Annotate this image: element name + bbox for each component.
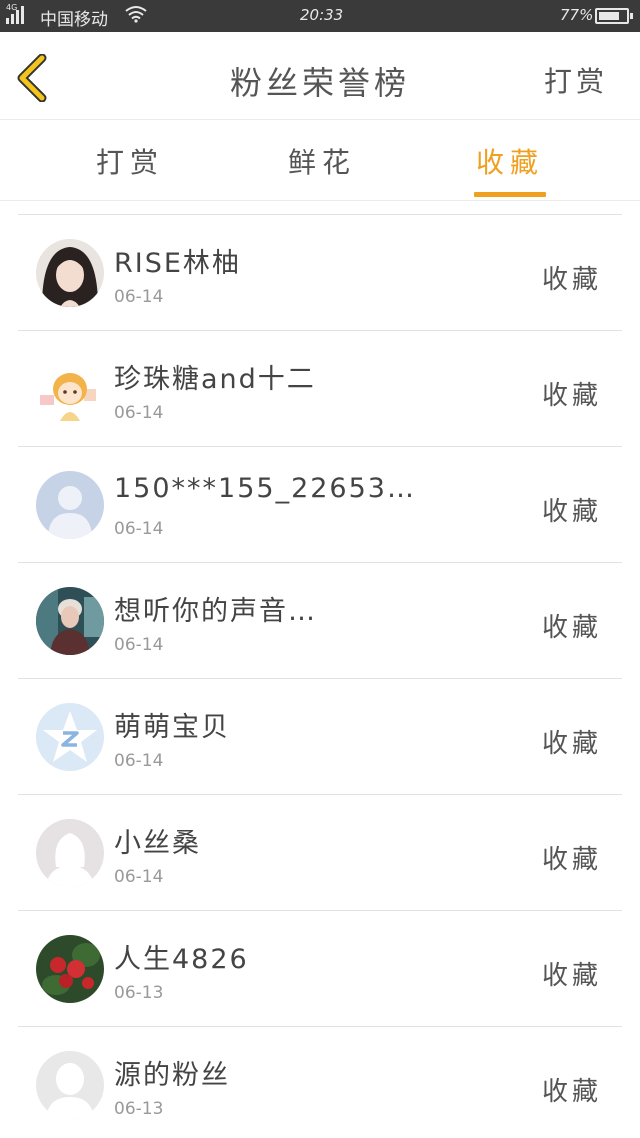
list-item[interactable]: 150***155_22653… 06-14 收藏: [18, 447, 622, 563]
reward-button[interactable]: 打赏: [544, 60, 608, 100]
fan-list: RISE林柚 06-14 收藏 珍珠糖and十二 06-14 收藏 150***…: [18, 214, 622, 1138]
fan-date: 06-14: [114, 287, 164, 307]
girl-photo-avatar: [36, 239, 104, 307]
female-silhouette-avatar: [36, 819, 104, 887]
network-type-label: 4G: [6, 3, 18, 12]
default-person-avatar: [36, 471, 104, 539]
favorite-label: 收藏: [541, 613, 602, 643]
favorite-label: 收藏: [541, 845, 602, 875]
carrier-label: 中国移动: [40, 10, 108, 30]
default-gray-avatar: [36, 1051, 104, 1119]
favorite-label: 收藏: [541, 961, 602, 991]
favorite-label: 收藏: [541, 497, 602, 527]
fan-name: 150***155_22653…: [114, 473, 416, 504]
fan-name: 萌萌宝贝: [114, 712, 230, 743]
list-item[interactable]: 小丝桑 06-14 收藏: [18, 795, 622, 911]
fan-name: 源的粉丝: [114, 1060, 230, 1091]
battery-icon: [595, 8, 633, 24]
list-item[interactable]: RISE林柚 06-14 收藏: [18, 215, 622, 331]
favorite-label: 收藏: [541, 265, 602, 295]
fan-date: 06-14: [114, 519, 164, 539]
list-item[interactable]: 源的粉丝 06-13 收藏: [18, 1027, 622, 1138]
fan-date: 06-14: [114, 867, 164, 887]
favorite-label: 收藏: [541, 1077, 602, 1107]
signal-icon: 4G: [6, 3, 24, 24]
favorite-label: 收藏: [541, 381, 602, 411]
flower-photo-avatar: [36, 935, 104, 1003]
fan-name: 珍珠糖and十二: [114, 364, 316, 395]
battery-percent: 77%: [560, 6, 594, 24]
tab-favorites[interactable]: 收藏: [460, 141, 560, 181]
tab-flowers[interactable]: 鲜花: [272, 141, 372, 181]
boy-photo-avatar: [36, 587, 104, 655]
status-bar: 4G 中国移动 20:33 77%: [0, 0, 640, 32]
fan-name: RISE林柚: [114, 248, 241, 279]
list-item[interactable]: 萌萌宝贝 06-14 收藏: [18, 679, 622, 795]
qzone-star-avatar: [36, 703, 104, 771]
navigation-bar: 粉丝荣誉榜 打赏: [0, 32, 640, 120]
wifi-icon: [125, 6, 147, 23]
cartoon-avatar: [36, 355, 104, 423]
fan-name: 想听你的声音…: [114, 596, 317, 627]
list-item[interactable]: 珍珠糖and十二 06-14 收藏: [18, 331, 622, 447]
active-tab-indicator: [474, 192, 546, 197]
fan-name: 小丝桑: [114, 828, 201, 859]
list-item[interactable]: 想听你的声音… 06-14 收藏: [18, 563, 622, 679]
favorite-label: 收藏: [541, 729, 602, 759]
fan-date: 06-13: [114, 1099, 164, 1119]
fan-date: 06-13: [114, 983, 164, 1003]
clock: 20:33: [300, 6, 344, 24]
list-item[interactable]: 人生4826 06-13 收藏: [18, 911, 622, 1027]
fan-date: 06-14: [114, 635, 164, 655]
tab-reward[interactable]: 打赏: [80, 141, 180, 181]
fan-name: 人生4826: [114, 944, 249, 975]
fan-date: 06-14: [114, 403, 164, 423]
tab-bar: 打赏 鲜花 收藏: [0, 121, 640, 201]
fan-date: 06-14: [114, 751, 164, 771]
